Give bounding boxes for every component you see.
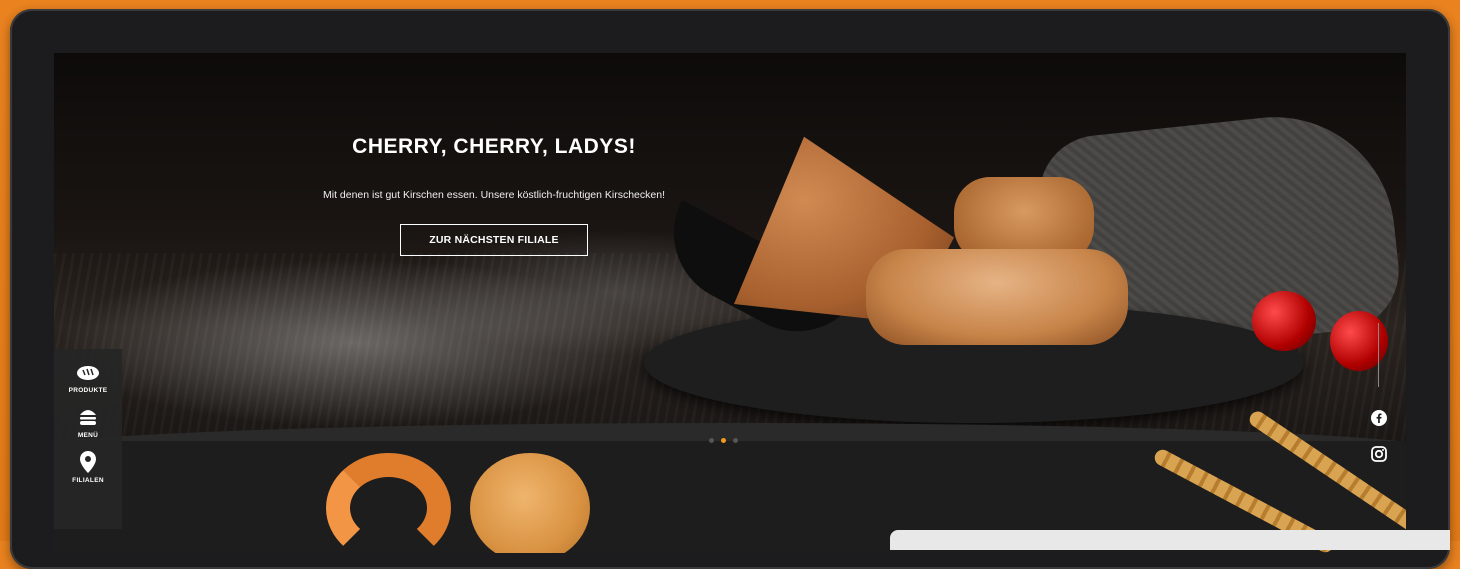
website-screen: CHERRY, CHERRY, LADYS! Mit denen ist gut… <box>54 53 1406 553</box>
slider-dot[interactable] <box>733 438 738 443</box>
sidebar-item-menu[interactable]: MENÜ <box>76 406 100 439</box>
slider-pagination <box>709 438 738 443</box>
instagram-icon[interactable] <box>1370 445 1388 463</box>
device-frame: CHERRY, CHERRY, LADYS! Mit denen ist gut… <box>10 9 1450 569</box>
overlay-panel-edge <box>890 530 1450 550</box>
croissant-image <box>326 453 451 553</box>
social-links <box>1370 409 1388 463</box>
cherry-image <box>1330 311 1388 371</box>
burger-icon <box>76 406 100 428</box>
sidebar-item-label: MENÜ <box>77 432 99 439</box>
sidebar-item-produkte[interactable]: PRODUKTE <box>69 361 108 394</box>
facebook-icon[interactable] <box>1370 409 1388 427</box>
cherry-image <box>1252 291 1316 351</box>
pastry-image <box>866 249 1128 345</box>
hero-subtitle: Mit denen ist gut Kirschen essen. Unsere… <box>323 189 665 201</box>
nearest-branch-button[interactable]: ZUR NÄCHSTEN FILIALE <box>400 224 588 256</box>
location-pin-icon <box>76 451 100 473</box>
side-navigation: PRODUKTE MENÜ FILIALEN <box>54 349 122 529</box>
bread-icon <box>76 361 100 383</box>
bun-image <box>470 453 590 553</box>
slider-dot-active[interactable] <box>721 438 726 443</box>
sidebar-item-label: PRODUKTE <box>68 387 108 394</box>
hero-text-block: CHERRY, CHERRY, LADYS! Mit denen ist gut… <box>304 135 684 256</box>
social-divider-line <box>1378 323 1379 387</box>
sidebar-item-filialen[interactable]: FILIALEN <box>72 451 104 484</box>
hero-banner: CHERRY, CHERRY, LADYS! Mit denen ist gut… <box>54 53 1406 445</box>
slider-dot[interactable] <box>709 438 714 443</box>
sidebar-item-label: FILIALEN <box>72 477 104 484</box>
hero-title: CHERRY, CHERRY, LADYS! <box>352 135 636 158</box>
